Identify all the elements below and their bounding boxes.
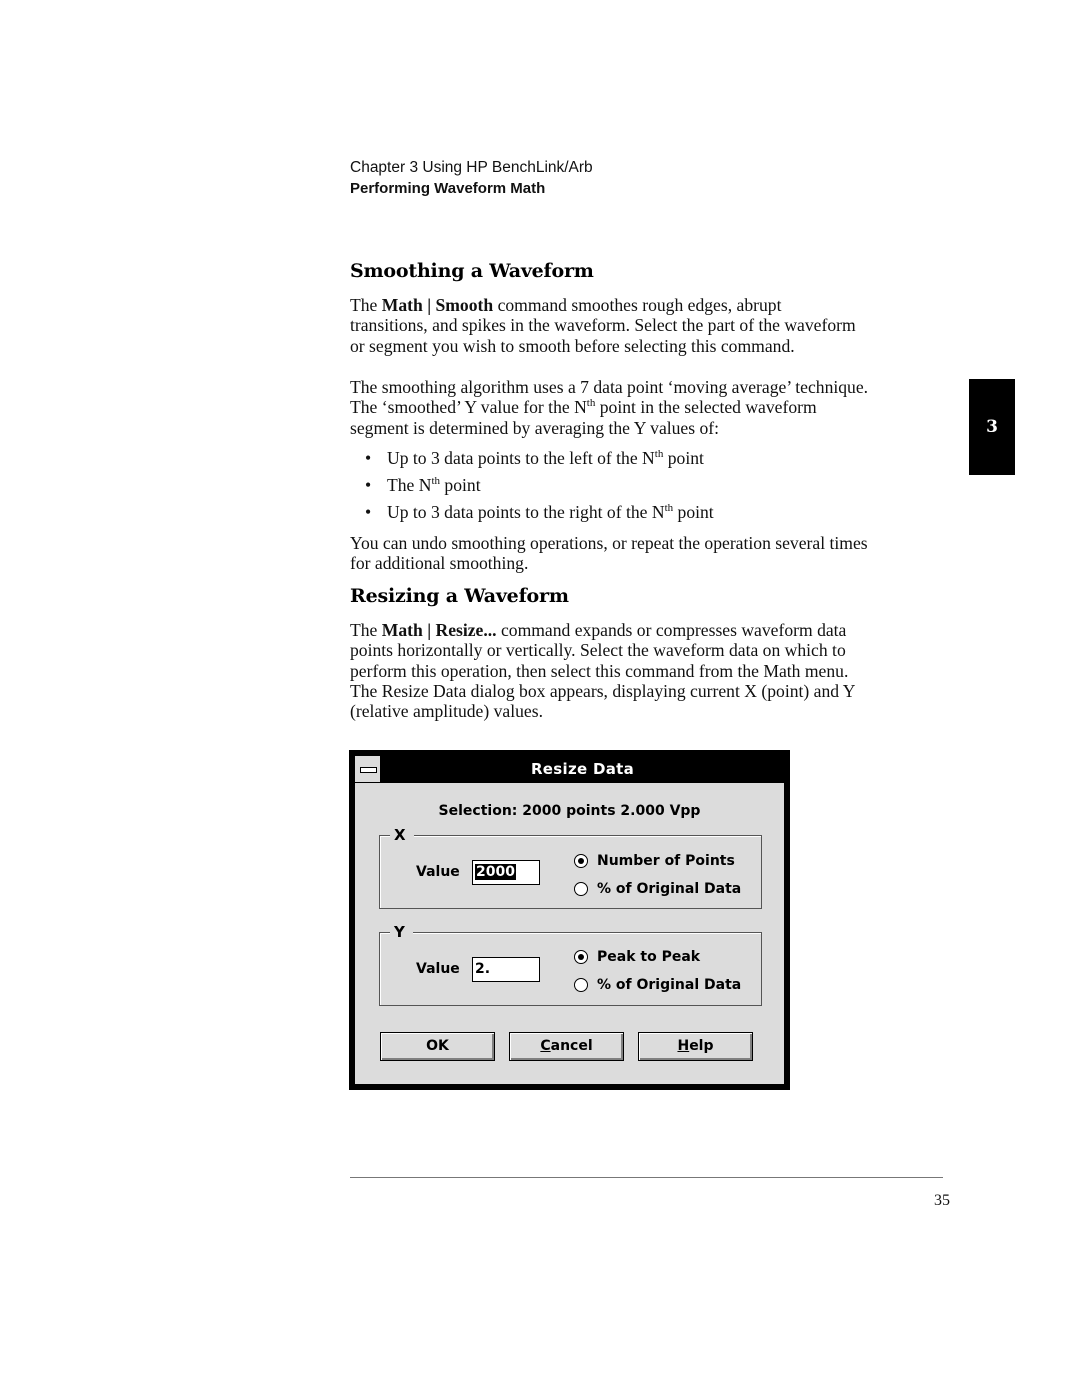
smoothing-paragraph-2: The smoothing algorithm uses a 7 data po… [350, 377, 970, 438]
running-header-section: Performing Waveform Math [350, 180, 546, 197]
page-number: 35 [934, 1192, 950, 1209]
radio-label: Peak to Peak [597, 949, 701, 965]
radio-label: % of Original Data [597, 977, 742, 993]
text: point [673, 502, 714, 522]
menu-command-resize: Resize... [435, 620, 497, 640]
text: The [350, 620, 382, 640]
text: or segment you wish to smooth before sel… [350, 335, 795, 356]
text: point in the selected waveform [595, 397, 817, 418]
text: transitions, and spikes in the waveform.… [350, 315, 856, 336]
x-value-text: 2000 [475, 864, 516, 880]
ok-button[interactable]: OK [380, 1032, 495, 1061]
dialog-body: Resize Data Selection: 2000 points 2.000… [354, 755, 785, 1085]
chapter-tab: 3 [969, 379, 1015, 475]
y-value-input[interactable]: 2. [472, 957, 540, 982]
text: The smoothing algorithm uses a 7 data po… [350, 377, 869, 397]
text: points horizontally or vertically. Selec… [350, 640, 846, 661]
text: The [350, 295, 382, 315]
menu-separator: | [422, 295, 436, 315]
list-item: • Up to 3 data points to the right of the… [350, 502, 714, 529]
x-group: X Value 2000 Number of Points % of Origi… [379, 826, 762, 909]
menu-command-math: Math [381, 295, 423, 315]
text: point [663, 448, 704, 468]
radio-selected-icon [574, 854, 588, 868]
text: command smoothes rough edges, abrupt [493, 295, 782, 315]
x-value-input[interactable]: 2000 [472, 860, 540, 885]
bullet-icon: • [365, 475, 372, 495]
footer-rule [350, 1177, 943, 1178]
smoothing-paragraph-3: You can undo smoothing operations, or re… [350, 533, 970, 574]
y-group: Y Value 2. Peak to Peak % of Original Da… [379, 923, 762, 1006]
smoothing-paragraph-1: The Math | Smooth command smoothes rough… [350, 295, 960, 356]
text: point [440, 475, 481, 495]
help-button[interactable]: Help [638, 1032, 753, 1061]
x-value-label: Value [416, 864, 460, 880]
mnemonic: C [540, 1038, 551, 1054]
resize-data-dialog: Resize Data Selection: 2000 points 2.000… [349, 750, 790, 1090]
radio-selected-icon [574, 950, 588, 964]
resizing-heading: Resizing a Waveform [350, 585, 569, 607]
radio-x-percent-of-original[interactable]: % of Original Data [574, 881, 741, 897]
text: segment is determined by averaging the Y… [350, 417, 720, 438]
resizing-paragraph: The Math | Resize... command expands or … [350, 620, 960, 721]
superscript: th [431, 475, 441, 487]
system-menu-button[interactable] [355, 756, 381, 782]
radio-number-of-points[interactable]: Number of Points [574, 853, 735, 869]
button-label: elp [689, 1038, 714, 1054]
y-value-label: Value [416, 961, 460, 977]
radio-label: % of Original Data [597, 881, 742, 897]
dialog-title: Resize Data [530, 760, 635, 778]
radio-y-percent-of-original[interactable]: % of Original Data [574, 977, 741, 993]
mnemonic: H [677, 1038, 690, 1054]
system-menu-icon [360, 767, 377, 773]
text: perform this operation, then select this… [350, 660, 849, 681]
text: The ‘smoothed’ Y value for the N [350, 397, 587, 418]
text: Up to 3 data points to the left of the N [387, 448, 655, 468]
superscript: th [664, 502, 674, 514]
menu-command-math: Math [381, 620, 423, 640]
radio-peak-to-peak[interactable]: Peak to Peak [574, 949, 700, 965]
smoothing-bullet-list: • Up to 3 data points to the left of the … [350, 448, 714, 529]
smoothing-heading: Smoothing a Waveform [350, 260, 594, 282]
y-group-label: Y [390, 923, 413, 941]
text: The Resize Data dialog box appears, disp… [350, 680, 856, 701]
button-label: ancel [550, 1038, 593, 1054]
selection-summary: Selection: 2000 points 2.000 Vpp [438, 803, 701, 819]
text: You can undo smoothing operations, or re… [350, 533, 868, 553]
bullet-icon: • [365, 448, 372, 468]
list-item: • The Nth point [350, 475, 714, 502]
cancel-button[interactable]: Cancel [509, 1032, 624, 1061]
running-header-chapter: Chapter 3 Using HP BenchLink/Arb [350, 159, 593, 176]
dialog-title-bar: Resize Data [355, 756, 784, 783]
menu-separator: | [422, 620, 436, 640]
text: (relative amplitude) values. [350, 701, 543, 722]
text: command expands or compresses waveform d… [496, 620, 847, 640]
radio-unselected-icon [574, 882, 588, 896]
x-group-label: X [390, 826, 414, 844]
list-item: • Up to 3 data points to the left of the … [350, 448, 714, 475]
text: for additional smoothing. [350, 553, 529, 574]
text: Up to 3 data points to the right of the … [387, 502, 665, 522]
radio-label: Number of Points [597, 853, 735, 869]
menu-command-smooth: Smooth [435, 295, 494, 315]
radio-unselected-icon [574, 978, 588, 992]
text: The N [387, 475, 432, 495]
bullet-icon: • [365, 502, 372, 522]
